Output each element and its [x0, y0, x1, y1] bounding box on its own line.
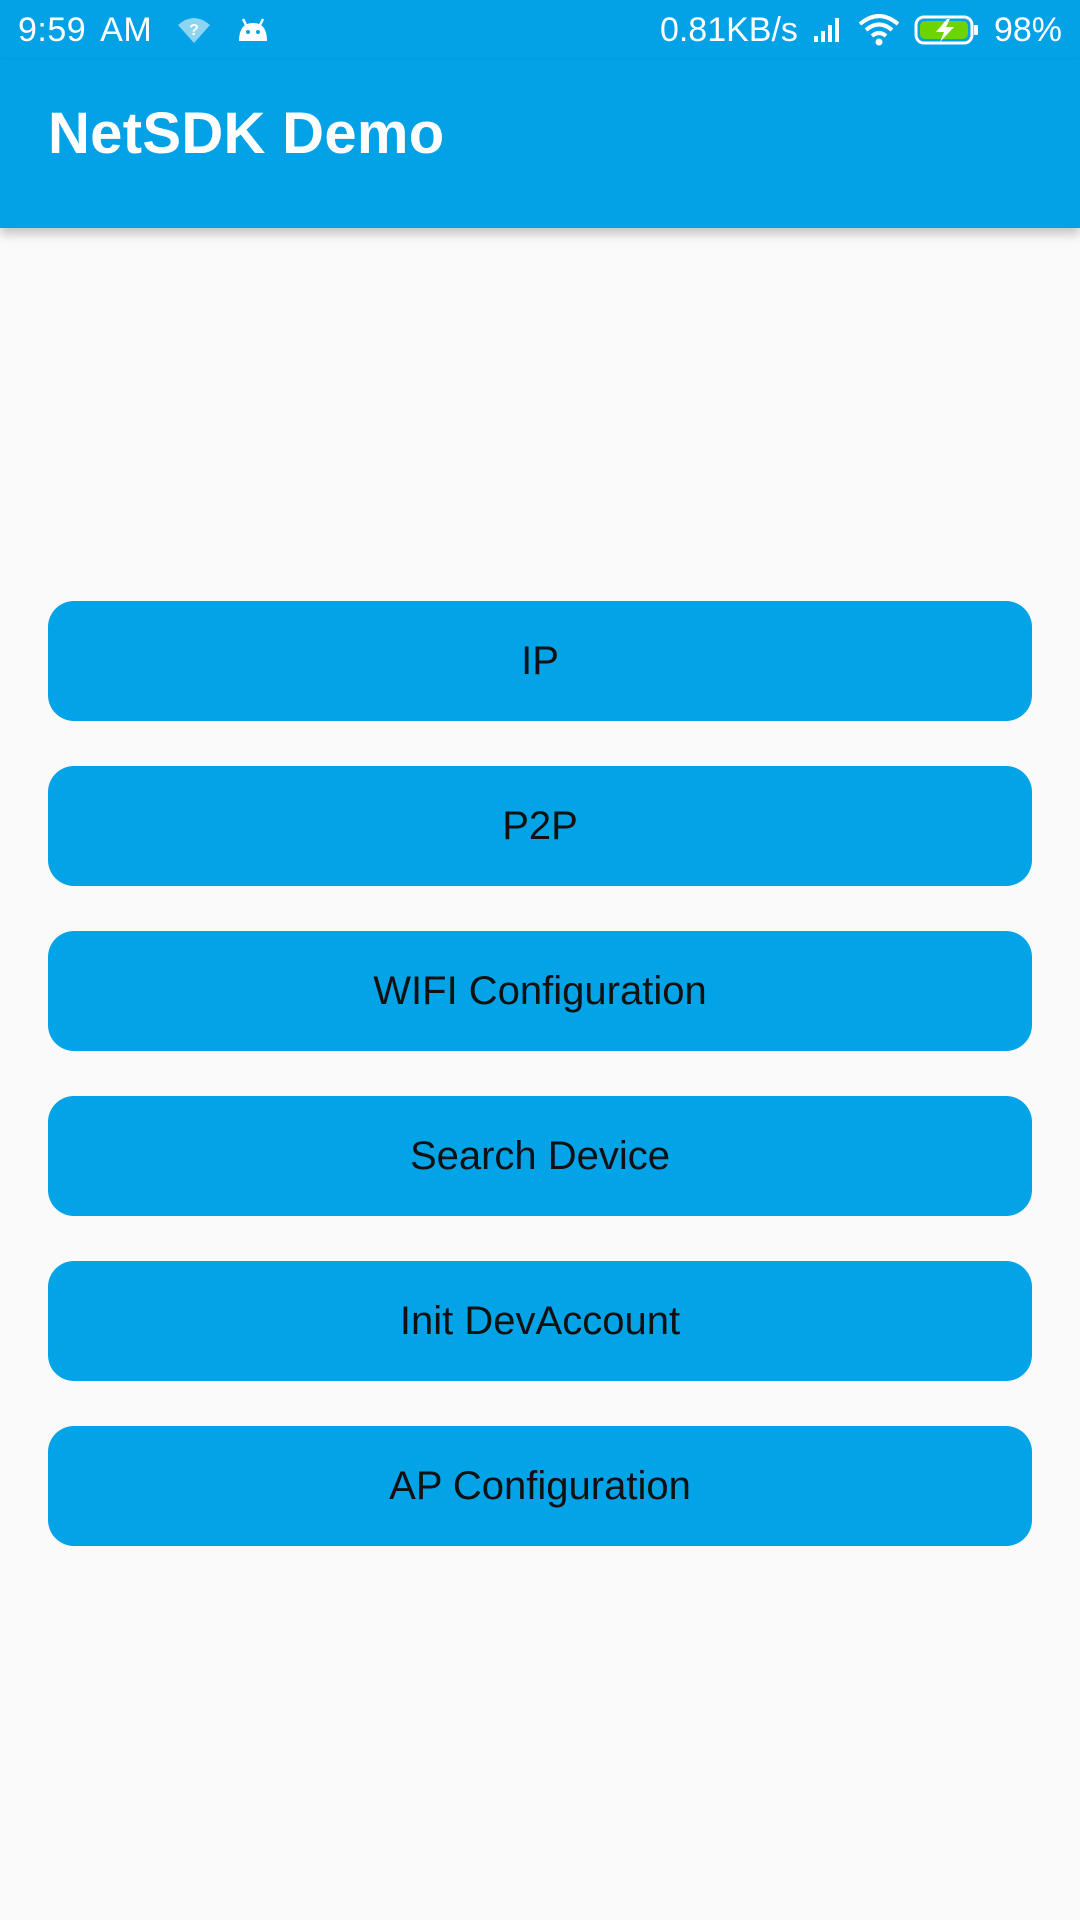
- android-icon: [236, 17, 270, 43]
- svg-text:?: ?: [189, 22, 199, 39]
- p2p-button[interactable]: P2P: [48, 766, 1032, 886]
- status-bar: 9:59 AM ? 0.81KB/s 98%: [0, 0, 1080, 60]
- status-time-value: 9:59: [18, 10, 87, 49]
- wifi-question-icon: ?: [176, 15, 212, 45]
- status-left: 9:59 AM ?: [18, 11, 270, 50]
- signal-icon: [812, 16, 844, 44]
- wifi-icon: [858, 14, 900, 46]
- app-title: NetSDK Demo: [48, 100, 445, 166]
- ip-button[interactable]: IP: [48, 601, 1032, 721]
- battery-charging-icon: [914, 14, 980, 46]
- wifi-configuration-button[interactable]: WIFI Configuration: [48, 931, 1032, 1051]
- network-speed: 0.81KB/s: [659, 10, 798, 49]
- app-screen: 9:59 AM ? 0.81KB/s 98% NetSDK Demo IP P2…: [0, 0, 1080, 1920]
- button-list: IP P2P WIFI Configuration Search Device …: [48, 601, 1032, 1546]
- ap-configuration-button[interactable]: AP Configuration: [48, 1426, 1032, 1546]
- app-bar: NetSDK Demo: [0, 60, 1080, 228]
- init-devaccount-button[interactable]: Init DevAccount: [48, 1261, 1032, 1381]
- battery-percent: 98%: [993, 10, 1062, 49]
- status-time: 9:59 AM: [18, 11, 152, 50]
- status-ampm: AM: [100, 10, 153, 49]
- search-device-button[interactable]: Search Device: [48, 1096, 1032, 1216]
- status-right: 0.81KB/s 98%: [660, 11, 1062, 50]
